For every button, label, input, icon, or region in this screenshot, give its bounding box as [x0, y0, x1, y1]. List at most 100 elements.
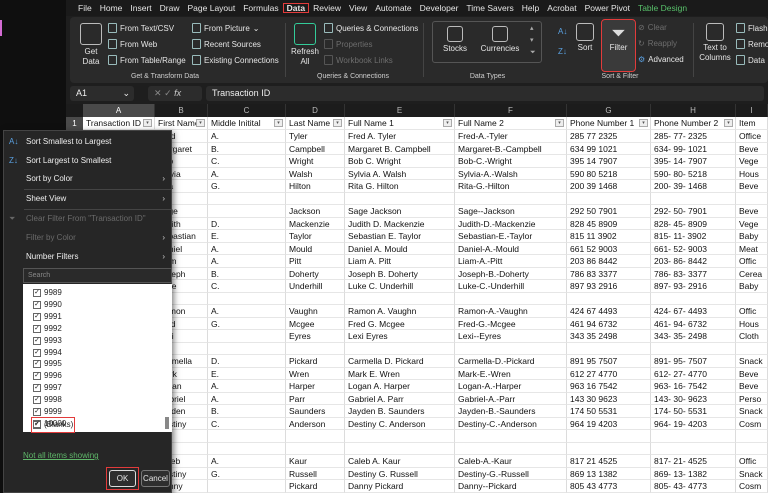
- table-cell[interactable]: [567, 430, 651, 443]
- table-cell[interactable]: Pitt: [286, 255, 345, 268]
- table-cell[interactable]: [345, 293, 455, 306]
- table-cell[interactable]: [208, 193, 286, 206]
- table-cell[interactable]: [736, 293, 768, 306]
- gallery-scroll[interactable]: ▴▾⏷: [530, 23, 536, 59]
- table-cell[interactable]: [286, 430, 345, 443]
- table-cell[interactable]: C.: [208, 155, 286, 168]
- table-cell[interactable]: Beve: [736, 380, 768, 393]
- table-cell[interactable]: Jayden-B.-Saunders: [455, 405, 567, 418]
- header-cell[interactable]: Phone Number 2▾: [651, 117, 736, 130]
- table-cell[interactable]: [455, 343, 567, 356]
- table-cell[interactable]: Danny Pickard: [345, 480, 455, 493]
- table-cell[interactable]: Caleb A. Kaur: [345, 455, 455, 468]
- column-header-i[interactable]: I: [736, 104, 768, 117]
- table-cell[interactable]: Campbell: [286, 143, 345, 156]
- table-cell[interactable]: Lexi--Eyres: [455, 330, 567, 343]
- table-cell[interactable]: Gabriel-A.-Parr: [455, 393, 567, 406]
- table-cell[interactable]: 143 30 9623: [567, 393, 651, 406]
- table-cell[interactable]: 634 99 1021: [567, 143, 651, 156]
- table-cell[interactable]: Sebastian E. Taylor: [345, 230, 455, 243]
- get-data-button[interactable]: Get Data: [76, 23, 106, 67]
- table-cell[interactable]: Vege: [736, 155, 768, 168]
- text-to-columns-button[interactable]: Text to Columns: [698, 23, 732, 63]
- table-cell[interactable]: Joseph-B.-Doherty: [455, 268, 567, 281]
- table-cell[interactable]: [208, 293, 286, 306]
- sort-descending-item[interactable]: Z↓Sort Largest to Smallest: [4, 151, 171, 170]
- tab-insert[interactable]: Insert: [126, 3, 155, 13]
- table-cell[interactable]: Rita G. Hilton: [345, 180, 455, 193]
- value-checkbox-item[interactable]: ✓9994: [33, 347, 62, 359]
- table-cell[interactable]: Vege: [736, 218, 768, 231]
- table-cell[interactable]: D.: [208, 355, 286, 368]
- table-cell[interactable]: 200 39 1468: [567, 180, 651, 193]
- cancel-button[interactable]: Cancel: [141, 470, 170, 487]
- table-cell[interactable]: 897- 93- 2916: [651, 280, 736, 293]
- ok-button[interactable]: OK: [109, 470, 136, 487]
- column-header-g[interactable]: G: [567, 104, 651, 117]
- table-cell[interactable]: 285- 77- 2325: [651, 130, 736, 143]
- table-cell[interactable]: A.: [208, 393, 286, 406]
- table-cell[interactable]: 285 77 2325: [567, 130, 651, 143]
- filter-button[interactable]: ⏷Filter: [602, 20, 635, 71]
- table-cell[interactable]: 817 21 4525: [567, 455, 651, 468]
- table-cell[interactable]: Mould: [286, 243, 345, 256]
- sort-asc-button[interactable]: A↓: [558, 27, 567, 36]
- table-cell[interactable]: B.: [208, 268, 286, 281]
- table-cell[interactable]: [567, 443, 651, 456]
- table-cell[interactable]: [286, 343, 345, 356]
- data-validation-button[interactable]: Data: [736, 55, 765, 65]
- table-cell[interactable]: 292- 50- 7901: [651, 205, 736, 218]
- table-cell[interactable]: Luke-C.-Underhill: [455, 280, 567, 293]
- table-cell[interactable]: Carmella D. Pickard: [345, 355, 455, 368]
- table-cell[interactable]: Judith D. Mackenzie: [345, 218, 455, 231]
- clear-button[interactable]: ⊘Clear: [638, 23, 667, 32]
- table-cell[interactable]: B.: [208, 143, 286, 156]
- list-scrollbar[interactable]: [165, 417, 169, 429]
- tab-help[interactable]: Help: [518, 3, 543, 13]
- table-cell[interactable]: [651, 443, 736, 456]
- table-cell[interactable]: Kaur: [286, 455, 345, 468]
- table-cell[interactable]: 200- 39- 1468: [651, 180, 736, 193]
- table-cell[interactable]: 828- 45- 8909: [651, 218, 736, 231]
- filter-dropdown-icon[interactable]: ▾: [333, 119, 342, 127]
- table-cell[interactable]: [208, 480, 286, 493]
- tab-draw[interactable]: Draw: [156, 3, 184, 13]
- sort-by-color-item[interactable]: Sort by Color›: [4, 169, 171, 188]
- table-cell[interactable]: Wright: [286, 155, 345, 168]
- formula-input[interactable]: Transaction ID: [206, 86, 764, 101]
- sort-button[interactable]: Sort: [574, 23, 596, 53]
- header-cell[interactable]: Full Name 2▾: [455, 117, 567, 130]
- value-checkbox-item[interactable]: ✓9996: [33, 370, 62, 382]
- table-cell[interactable]: 897 93 2916: [567, 280, 651, 293]
- table-cell[interactable]: 869- 13- 1382: [651, 468, 736, 481]
- table-cell[interactable]: 612- 27- 4770: [651, 368, 736, 381]
- table-cell[interactable]: Liam A. Pitt: [345, 255, 455, 268]
- column-header-b[interactable]: B: [155, 104, 208, 117]
- filter-dropdown-icon[interactable]: ▾: [274, 119, 283, 127]
- table-cell[interactable]: Office: [736, 130, 768, 143]
- table-cell[interactable]: C.: [208, 418, 286, 431]
- table-cell[interactable]: 461 94 6732: [567, 318, 651, 331]
- table-cell[interactable]: Sylvia-A.-Walsh: [455, 168, 567, 181]
- table-cell[interactable]: 343- 35- 2498: [651, 330, 736, 343]
- table-cell[interactable]: [286, 293, 345, 306]
- table-cell[interactable]: 292 50 7901: [567, 205, 651, 218]
- value-checkbox-item[interactable]: ✓9995: [33, 358, 62, 370]
- table-cell[interactable]: Snack: [736, 355, 768, 368]
- worksheet-grid[interactable]: Transaction ID▾First Name▾Middle Initita…: [83, 117, 768, 493]
- table-cell[interactable]: Logan A. Harper: [345, 380, 455, 393]
- table-cell[interactable]: Meat: [736, 243, 768, 256]
- table-cell[interactable]: 869 13 1382: [567, 468, 651, 481]
- table-cell[interactable]: Rita-G.-Hilton: [455, 180, 567, 193]
- from-text-button[interactable]: From Text/CSV: [108, 23, 174, 33]
- header-cell[interactable]: Item: [736, 117, 768, 130]
- table-cell[interactable]: Tyler: [286, 130, 345, 143]
- recent-sources-button[interactable]: Recent Sources: [192, 39, 261, 49]
- table-cell[interactable]: Beve: [736, 180, 768, 193]
- table-cell[interactable]: Offic: [736, 255, 768, 268]
- table-cell[interactable]: [208, 205, 286, 218]
- table-cell[interactable]: [651, 193, 736, 206]
- workbook-links-button[interactable]: Workbook Links: [324, 55, 393, 65]
- stocks-button[interactable]: Stocks: [438, 26, 472, 54]
- table-cell[interactable]: [208, 330, 286, 343]
